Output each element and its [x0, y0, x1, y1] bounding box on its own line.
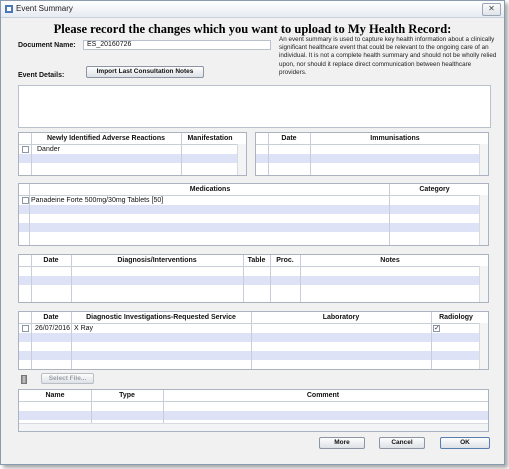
table-row[interactable]: [19, 333, 488, 342]
table-row[interactable]: [19, 351, 488, 360]
table-row[interactable]: [19, 163, 246, 172]
event-summary-description: An event summary is used to capture key …: [279, 36, 497, 76]
table-row[interactable]: [19, 232, 488, 241]
medications-header: Medications Category: [19, 184, 488, 196]
app-icon: [5, 5, 13, 13]
vertical-scrollbar[interactable]: [479, 195, 488, 245]
event-summary-window: Event Summary ✕ Please record the change…: [0, 0, 505, 465]
table-row[interactable]: [19, 342, 488, 351]
title-bar: Event Summary ✕: [1, 1, 504, 18]
table-row[interactable]: [19, 223, 488, 232]
row-checkbox[interactable]: [22, 325, 29, 332]
table-row[interactable]: 26/07/2016 X Ray: [19, 324, 488, 333]
table-row[interactable]: [256, 154, 488, 163]
import-consultation-notes-button[interactable]: Import Last Consultation Notes: [86, 66, 204, 78]
header-laboratory: Laboratory: [322, 314, 360, 321]
table-row[interactable]: [19, 154, 246, 163]
medication-cell: Panadeine Forte 500mg/30mg Tablets [50]: [31, 197, 164, 204]
diagnosis-header: Date Diagnosis/Interventions Table Proc.…: [19, 255, 488, 267]
header-date: Date: [43, 314, 59, 321]
page-heading: Please record the changes which you want…: [53, 22, 452, 36]
more-button[interactable]: More: [319, 437, 365, 449]
table-row[interactable]: [19, 276, 488, 285]
document-name-label: Document Name:: [18, 42, 76, 49]
adverse-reactions-header: Newly Identified Adverse Reactions Manif…: [19, 133, 246, 145]
header-immunisations: Immunisations: [370, 135, 420, 142]
header-type: Type: [119, 392, 135, 399]
radiology-checkbox[interactable]: [433, 324, 440, 332]
header-manifestation: Manifestation: [187, 135, 233, 142]
vertical-scrollbar[interactable]: [479, 323, 488, 369]
header-diagnosis-interventions: Diagnosis/Interventions: [117, 257, 197, 264]
header-notes: Notes: [380, 257, 400, 264]
header-adverse-reactions: Newly Identified Adverse Reactions: [47, 135, 165, 142]
table-row[interactable]: [19, 214, 488, 223]
table-row[interactable]: [19, 267, 488, 276]
vertical-scrollbar[interactable]: [479, 266, 488, 302]
investigation-date-cell: 26/07/2016: [35, 325, 71, 332]
table-row[interactable]: [19, 285, 488, 294]
header-comment: Comment: [306, 392, 340, 399]
header-category: Category: [419, 186, 450, 193]
adverse-reactions-table: Newly Identified Adverse Reactions Manif…: [18, 132, 247, 176]
select-file-button[interactable]: Select File...: [41, 373, 94, 384]
diagnosis-table: Date Diagnosis/Interventions Table Proc.…: [18, 254, 489, 303]
event-details-label: Event Details:: [18, 72, 65, 79]
event-details-textarea[interactable]: [18, 85, 491, 128]
medications-table: Medications Category Panadeine Forte 500…: [18, 183, 489, 246]
header-requested-service: Diagnostic Investigations-Requested Serv…: [86, 314, 236, 321]
table-row[interactable]: Dander: [19, 145, 246, 154]
investigations-header: Date Diagnostic Investigations-Requested…: [19, 312, 488, 324]
table-row[interactable]: [19, 205, 488, 214]
header-table: Table: [247, 257, 266, 264]
row-checkbox[interactable]: [22, 146, 29, 153]
immunisations-header: Date Immunisations: [256, 133, 488, 145]
investigations-table: Date Diagnostic Investigations-Requested…: [18, 311, 489, 370]
row-checkbox[interactable]: [22, 197, 29, 204]
adverse-reaction-cell: Dander: [37, 146, 60, 153]
ok-button[interactable]: OK: [440, 437, 490, 449]
header-medications: Medications: [189, 186, 231, 193]
window-title: Event Summary: [16, 4, 73, 13]
close-icon: ✕: [488, 4, 495, 13]
header-radiology: Radiology: [439, 314, 473, 321]
header-proc: Proc.: [276, 257, 294, 264]
table-row[interactable]: [19, 402, 488, 411]
document-name-field[interactable]: ES_20160726: [83, 40, 271, 50]
investigation-service-cell: X Ray: [74, 325, 94, 332]
table-row[interactable]: Panadeine Forte 500mg/30mg Tablets [50]: [19, 196, 488, 205]
header-date: Date: [281, 135, 297, 142]
table-row[interactable]: [19, 411, 488, 420]
header-date: Date: [43, 257, 59, 264]
close-button[interactable]: ✕: [482, 3, 501, 16]
attachments-table: Name Type Comment: [18, 389, 489, 432]
attachment-icon: [21, 375, 27, 384]
horizontal-scrollbar[interactable]: [19, 423, 488, 431]
table-row[interactable]: [256, 145, 488, 154]
attachments-header: Name Type Comment: [19, 390, 488, 402]
vertical-scrollbar[interactable]: [479, 144, 488, 175]
header-name: Name: [45, 392, 65, 399]
vertical-scrollbar[interactable]: [237, 144, 246, 175]
table-row[interactable]: [256, 163, 488, 172]
immunisations-table: Date Immunisations: [255, 132, 489, 176]
cancel-button[interactable]: Cancel: [379, 437, 425, 449]
